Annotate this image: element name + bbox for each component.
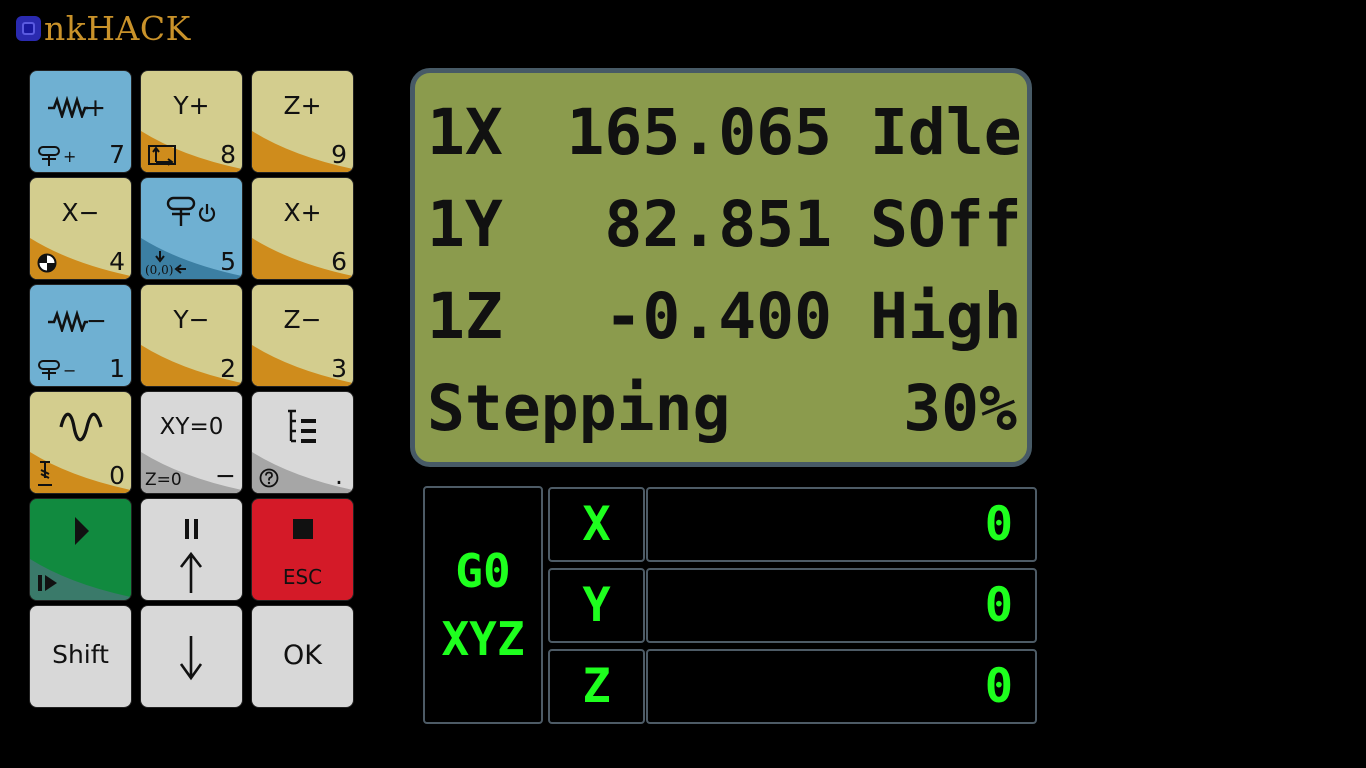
shift-label: Shift bbox=[52, 640, 109, 669]
axes-mode: XYZ bbox=[441, 612, 525, 666]
lcd-spindle-state: SOff bbox=[870, 188, 1022, 261]
key-label: X− bbox=[61, 198, 100, 227]
minus-label: − bbox=[86, 306, 107, 335]
key-number: 4 bbox=[109, 247, 125, 276]
spindle-icon bbox=[38, 146, 60, 166]
lcd-axis-label: 1Z bbox=[427, 280, 503, 353]
x-plus-key[interactable]: X+ 6 bbox=[252, 178, 353, 279]
gcode-mode: G0 bbox=[455, 544, 511, 598]
key-label: X+ bbox=[283, 198, 322, 227]
lcd-row-x: 1X 165.065 Idle bbox=[427, 87, 1022, 179]
plus-label: + bbox=[85, 93, 106, 122]
lcd-speed-state: High bbox=[870, 280, 1022, 353]
pause-icon bbox=[185, 519, 198, 539]
lcd-status: Idle bbox=[870, 96, 1022, 169]
ok-label: OK bbox=[283, 640, 322, 671]
x-axis-label: X bbox=[548, 487, 645, 562]
origin-label: (0,0) bbox=[145, 263, 174, 277]
feed-increase-key[interactable]: + + 7 bbox=[30, 71, 131, 172]
spindle-power-icon bbox=[166, 196, 216, 226]
z-minus-key[interactable]: Z− 3 bbox=[252, 285, 353, 386]
key-number: 8 bbox=[220, 140, 236, 169]
sine-wave-icon bbox=[59, 412, 103, 442]
play-icon bbox=[75, 517, 89, 545]
key-number: 6 bbox=[331, 247, 347, 276]
lcd-row-mode: Stepping 30% bbox=[427, 363, 1017, 455]
key-label: XY=0 bbox=[159, 414, 224, 440]
y-plus-key[interactable]: Y+ 8 bbox=[141, 71, 242, 172]
escape-label: ESC bbox=[282, 565, 323, 589]
y-axis-value: 0 bbox=[646, 568, 1037, 643]
run-key[interactable] bbox=[30, 499, 131, 600]
key-label: Z+ bbox=[283, 91, 322, 120]
stop-icon bbox=[293, 519, 313, 539]
x-axis-value: 0 bbox=[646, 487, 1037, 562]
key-number: 3 bbox=[331, 354, 347, 383]
lcd-step-percent: 30% bbox=[903, 372, 1017, 445]
motion-mode-panel: G0 XYZ bbox=[423, 486, 543, 724]
arrow-up-icon bbox=[179, 551, 203, 593]
logo-text: nkHACK bbox=[44, 8, 191, 48]
key-label: Z− bbox=[283, 305, 322, 334]
escape-key[interactable]: ESC bbox=[252, 499, 353, 600]
lcd-axis-label: 1Y bbox=[427, 188, 503, 261]
lcd-axis-value: -0.400 bbox=[604, 280, 832, 353]
help-icon bbox=[259, 468, 279, 488]
feed-decrease-key[interactable]: − − 1 bbox=[30, 285, 131, 386]
z-plus-key[interactable]: Z+ 9 bbox=[252, 71, 353, 172]
spindle-icon bbox=[38, 360, 60, 380]
arrow-down-icon bbox=[155, 251, 165, 263]
key-symbol: . bbox=[335, 461, 343, 490]
z-axis-label: Z bbox=[548, 649, 645, 724]
x-minus-key[interactable]: X− 4 bbox=[30, 178, 131, 279]
app-logo: nkHACK bbox=[16, 8, 191, 48]
probe-icon bbox=[38, 461, 52, 486]
zero-key[interactable]: XY=0 Z=0 − bbox=[141, 392, 242, 493]
down-key[interactable] bbox=[141, 606, 242, 707]
home-target-icon bbox=[37, 253, 57, 273]
shift-key[interactable]: Shift bbox=[30, 606, 131, 707]
key-number: 1 bbox=[109, 354, 125, 383]
spindle-plus-label: + bbox=[63, 147, 77, 166]
key-number: 5 bbox=[220, 247, 236, 276]
lcd-axis-value: 82.851 bbox=[604, 188, 832, 261]
lcd-axis-label: 1X bbox=[427, 96, 503, 169]
key-label: Y+ bbox=[173, 91, 210, 120]
lcd-row-z: 1Z -0.400 High bbox=[427, 271, 1022, 363]
lcd-display: 1X 165.065 Idle 1Y 82.851 SOff 1Z -0.400… bbox=[410, 68, 1032, 467]
lcd-row-y: 1Y 82.851 SOff bbox=[427, 179, 1022, 271]
y-minus-key[interactable]: Y− 2 bbox=[141, 285, 242, 386]
list-tree-icon bbox=[288, 409, 316, 443]
lcd-mode-label: Stepping bbox=[427, 372, 731, 445]
arrow-down-icon bbox=[179, 636, 203, 681]
key-number: 0 bbox=[109, 461, 125, 490]
key-number: 9 bbox=[331, 140, 347, 169]
spindle-minus-label: − bbox=[63, 361, 77, 380]
step-forward-icon bbox=[38, 575, 57, 591]
ok-key[interactable]: OK bbox=[252, 606, 353, 707]
menu-key[interactable]: . bbox=[252, 392, 353, 493]
key-number: 2 bbox=[220, 354, 236, 383]
z-axis-value: 0 bbox=[646, 649, 1037, 724]
spindle-toggle-key[interactable]: (0,0) 5 bbox=[141, 178, 242, 279]
pause-up-key[interactable] bbox=[141, 499, 242, 600]
mode-key[interactable]: 0 bbox=[30, 392, 131, 493]
y-axis-label: Y bbox=[548, 568, 645, 643]
logo-icon bbox=[16, 15, 41, 41]
z-zero-label: Z=0 bbox=[145, 470, 182, 490]
key-label: Y− bbox=[173, 305, 210, 334]
key-number: 7 bbox=[109, 140, 125, 169]
workpiece-icon bbox=[148, 145, 176, 166]
lcd-axis-value: 165.065 bbox=[566, 96, 832, 169]
arrow-left-icon bbox=[174, 264, 186, 274]
key-symbol: − bbox=[215, 461, 236, 490]
